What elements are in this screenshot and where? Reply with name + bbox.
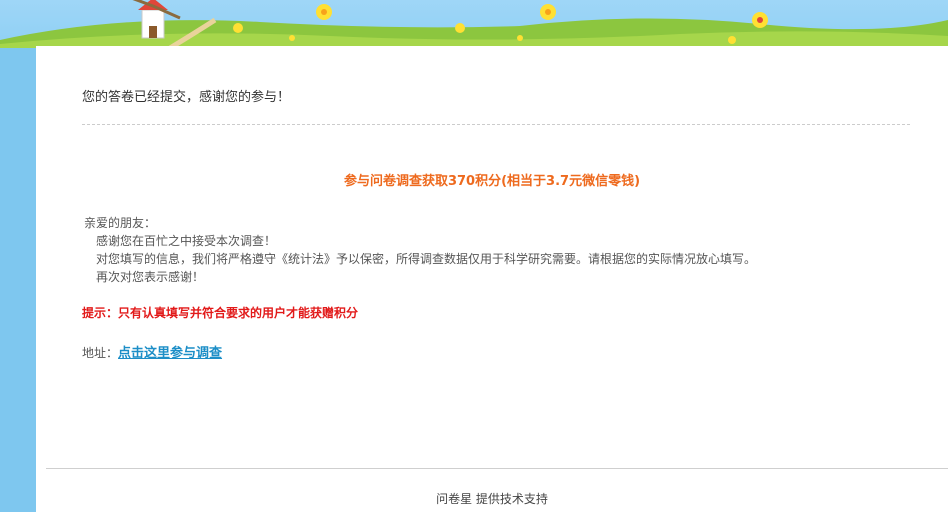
footer-divider	[46, 468, 948, 469]
landscape-illustration	[0, 0, 948, 48]
footer-credit: 问卷星 提供技术支持	[436, 492, 548, 506]
letter-body: 亲爱的朋友： 感谢您在百忙之中接受本次调查！ 对您填写的信息，我们将严格遵守《统…	[84, 214, 756, 286]
tip-message: 提示：只有认真填写并符合要求的用户才能获赠积分	[82, 306, 359, 320]
header-banner	[0, 0, 948, 48]
letter-line: 对您填写的信息，我们将严格遵守《统计法》予以保密，所得调查数据仅用于科学研究需要…	[96, 252, 757, 266]
address-label: 地址：	[82, 346, 119, 360]
letter-line: 再次对您表示感谢！	[96, 270, 205, 284]
address-row: 地址：点击这里参与调查	[82, 342, 222, 361]
survey-link[interactable]: 点击这里参与调查	[118, 346, 222, 361]
submitted-message: 您的答卷已经提交，感谢您的参与！	[82, 90, 291, 105]
reward-message: 参与问卷调查获取370积分(相当于3.7元微信零钱)	[343, 174, 641, 189]
letter-greeting: 亲爱的朋友：	[84, 216, 157, 230]
result-card: 您的答卷已经提交，感谢您的参与！ 参与问卷调查获取370积分(相当于3.7元微信…	[36, 46, 948, 512]
letter-line: 感谢您在百忙之中接受本次调查！	[96, 234, 277, 248]
dashed-divider	[82, 124, 910, 125]
